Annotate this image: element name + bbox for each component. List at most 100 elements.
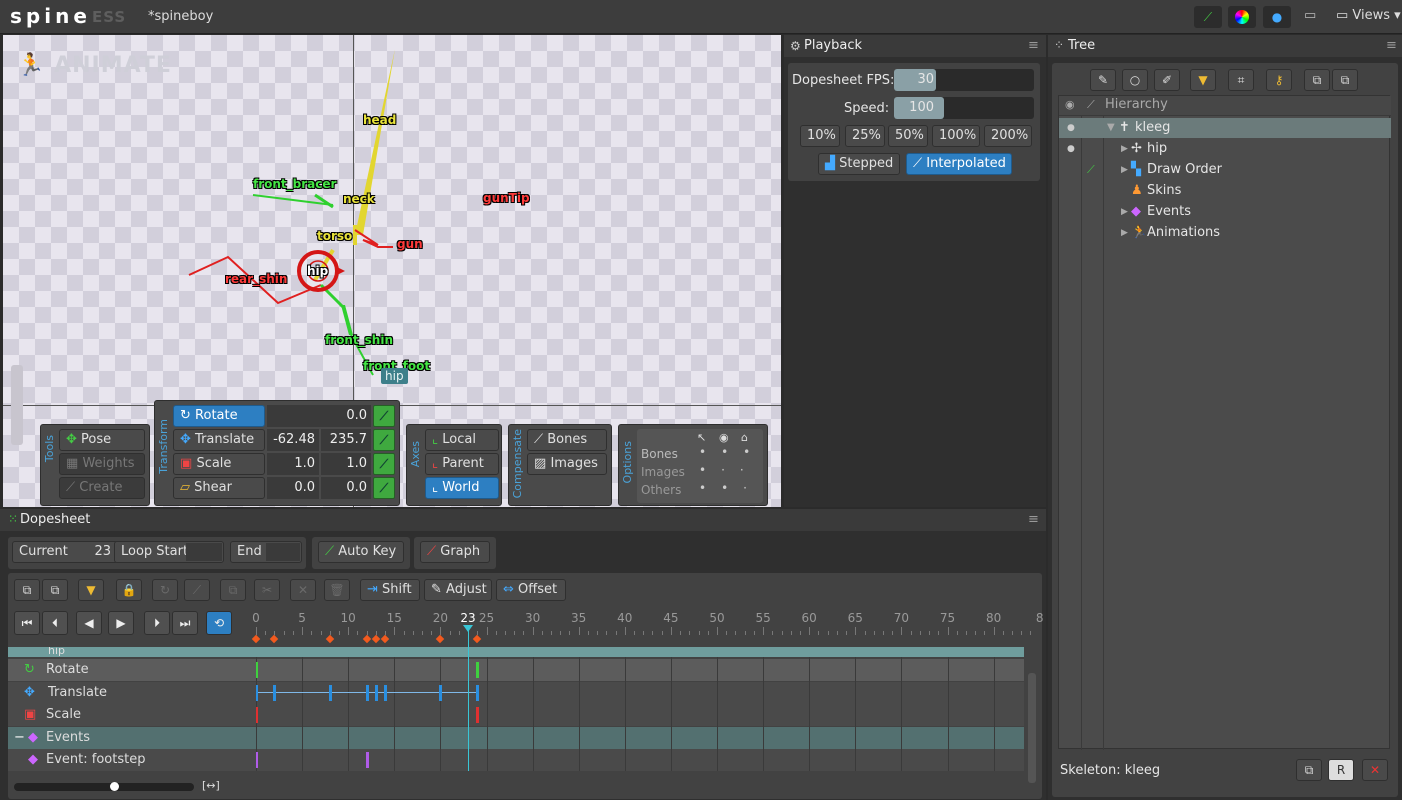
timeline-zoom-slider[interactable] (14, 782, 194, 791)
timeline-track-scale[interactable] (248, 704, 1024, 726)
timeline-track-event[interactable] (248, 749, 1024, 771)
circle-filter-icon[interactable]: ○ (1122, 69, 1148, 91)
loop-start-input[interactable] (186, 543, 222, 561)
paste-keys-icon[interactable]: ⧉ (42, 579, 68, 601)
translate-key[interactable] (439, 685, 443, 701)
dopesheet-menu-icon[interactable]: ≡ (1028, 512, 1039, 527)
rotate-button[interactable]: ↻ Rotate (173, 405, 265, 427)
parent-axes-button[interactable]: ⌞ Parent (425, 453, 499, 475)
duplicate-icon[interactable]: ⧉ (1296, 759, 1322, 781)
translate-key[interactable] (374, 685, 378, 701)
current-frame-indicator[interactable] (468, 625, 470, 771)
filter-keys-icon[interactable]: ▼ (78, 579, 104, 601)
tree-menu-icon[interactable]: ≡ (1386, 38, 1397, 53)
fps-slider[interactable]: 30 (894, 69, 1034, 91)
bone-label-front-shin[interactable]: front_shin (325, 333, 393, 347)
bone-label-hip[interactable]: hip (307, 264, 328, 278)
speed-preset-200[interactable]: 200% (984, 125, 1032, 147)
speed-preset-100[interactable]: 100% (932, 125, 980, 147)
expand-draw-order[interactable]: ▶ (1121, 160, 1128, 180)
speed-preset-50[interactable]: 50% (888, 125, 928, 147)
bone-label-neck[interactable]: neck (343, 192, 375, 206)
bone-label-gun[interactable]: gun (397, 237, 423, 251)
loop-icon[interactable]: ↻ (152, 579, 178, 601)
expand-events[interactable]: ▶ (1121, 202, 1128, 222)
weights-button[interactable]: ▦ Weights (59, 453, 145, 475)
translate-key[interactable] (476, 685, 480, 701)
brush-filter-icon[interactable]: ✎ (1090, 69, 1116, 91)
shear-y-value[interactable]: 0.0 (321, 477, 371, 499)
scale-x-value[interactable]: 1.0 (267, 453, 319, 475)
blend-icon[interactable]: ● (1263, 6, 1291, 28)
shear-x-value[interactable]: 0.0 (267, 477, 319, 499)
loop-toggle-button[interactable]: ⟲ (206, 611, 232, 635)
track-row-scale[interactable]: ▣ Scale (8, 704, 256, 726)
auto-key-button[interactable]: ⟋ Auto Key (318, 541, 404, 563)
play-button[interactable]: ▶ (108, 611, 134, 635)
zoom-handle[interactable] (110, 782, 119, 791)
end-input[interactable] (266, 543, 300, 561)
next-frame-button[interactable]: ⏵ (144, 611, 170, 635)
playback-menu-icon[interactable]: ≡ (1028, 38, 1039, 53)
scale-y-value[interactable]: 1.0 (321, 453, 371, 475)
keyable-toggle-icon[interactable]: ⟋ (1087, 160, 1095, 180)
speed-preset-10[interactable]: 10% (800, 125, 840, 147)
delete-icon[interactable]: ✕ (1362, 759, 1388, 781)
visibility-dot[interactable]: ● (1067, 118, 1075, 138)
others-toggles[interactable]: ••· (699, 481, 762, 495)
rotate-key-button[interactable]: ⟋ (373, 405, 395, 427)
timeline-track-rotate[interactable] (248, 659, 1024, 681)
translate-key[interactable] (328, 685, 332, 701)
offset-button[interactable]: ⇔ Offset (496, 579, 566, 601)
visibility-dot[interactable]: ● (1067, 139, 1075, 159)
stepped-button[interactable]: ▟ Stepped (818, 153, 900, 175)
copy-disabled-icon[interactable]: ⧉ (220, 579, 246, 601)
trash-icon[interactable]: 🗑 (324, 579, 350, 601)
track-row-hip[interactable]: hip (8, 647, 256, 657)
tree-row-skins[interactable]: ♟ Skins (1059, 181, 1391, 201)
pen-filter-icon[interactable]: ✐ (1154, 69, 1180, 91)
scale-key[interactable] (476, 707, 480, 723)
timeline[interactable]: 0 5 10 15 20 23 25 30 35 40 45 50 55 60 65 70 75 80 8 (248, 609, 1044, 795)
views-menu[interactable]: ▭ Views ▾ (1336, 8, 1401, 23)
cut-icon[interactable]: ✂ (254, 579, 280, 601)
expand-animations[interactable]: ▶ (1121, 223, 1128, 243)
tree-row-kleeg[interactable]: ● ▼ ✝ kleeg (1059, 118, 1391, 138)
tree-row-hip[interactable]: ● ▶ ✢ hip (1059, 139, 1391, 159)
translate-y-value[interactable]: 235.7 (321, 429, 371, 451)
scale-key-button[interactable]: ⟋ (373, 453, 395, 475)
graph-view-icon[interactable]: ⟋ (1194, 6, 1222, 28)
track-row-events[interactable]: − ◆ Events (8, 727, 256, 749)
color-wheel-icon[interactable] (1228, 6, 1256, 28)
bone-label-guntip[interactable]: gunTip (483, 191, 530, 205)
last-frame-button[interactable]: ⏭ (172, 611, 198, 635)
translate-key[interactable] (384, 685, 388, 701)
timeline-track-translate[interactable] (248, 682, 1024, 704)
window-icon[interactable]: ▭ (1304, 8, 1316, 23)
shift-button[interactable]: ⇥ Shift (360, 579, 420, 601)
current-frame-handle[interactable] (463, 625, 474, 632)
paste-icon[interactable]: ⧉ (1332, 69, 1358, 91)
bone-label-head[interactable]: head (363, 113, 396, 127)
translate-button[interactable]: ✥ Translate (173, 429, 265, 451)
viewport[interactable]: 🏃 ANIMATE head front_bracer neck gunTip … (3, 35, 781, 507)
play-reverse-button[interactable]: ◀ (76, 611, 102, 635)
event-key[interactable] (365, 752, 369, 768)
timeline-track-bone[interactable] (248, 647, 1024, 657)
bone-label-rear-shin[interactable]: rear_shin (225, 272, 287, 286)
copy-icon[interactable]: ⧉ (1304, 69, 1330, 91)
frame-icon[interactable]: ⌗ (1228, 69, 1254, 91)
local-axes-button[interactable]: ⌞ Local (425, 429, 499, 451)
interpolated-button[interactable]: ⟋ Interpolated (906, 153, 1012, 175)
fit-icon[interactable]: [↔] (202, 779, 220, 792)
collapse-icon[interactable]: − (14, 727, 25, 749)
key-icon[interactable]: ⚷ (1266, 69, 1292, 91)
translate-key[interactable] (273, 685, 277, 701)
prev-frame-button[interactable]: ⏴ (42, 611, 68, 635)
rotate-value[interactable]: 0.0 (267, 405, 371, 427)
compensate-images-button[interactable]: ▨ Images (527, 453, 607, 475)
rename-icon[interactable]: R (1328, 759, 1354, 781)
expand-kleeg[interactable]: ▼ (1107, 118, 1115, 138)
graph-button[interactable]: ⟋ Graph (420, 541, 490, 563)
dopesheet-scrollbar[interactable] (1028, 673, 1036, 783)
